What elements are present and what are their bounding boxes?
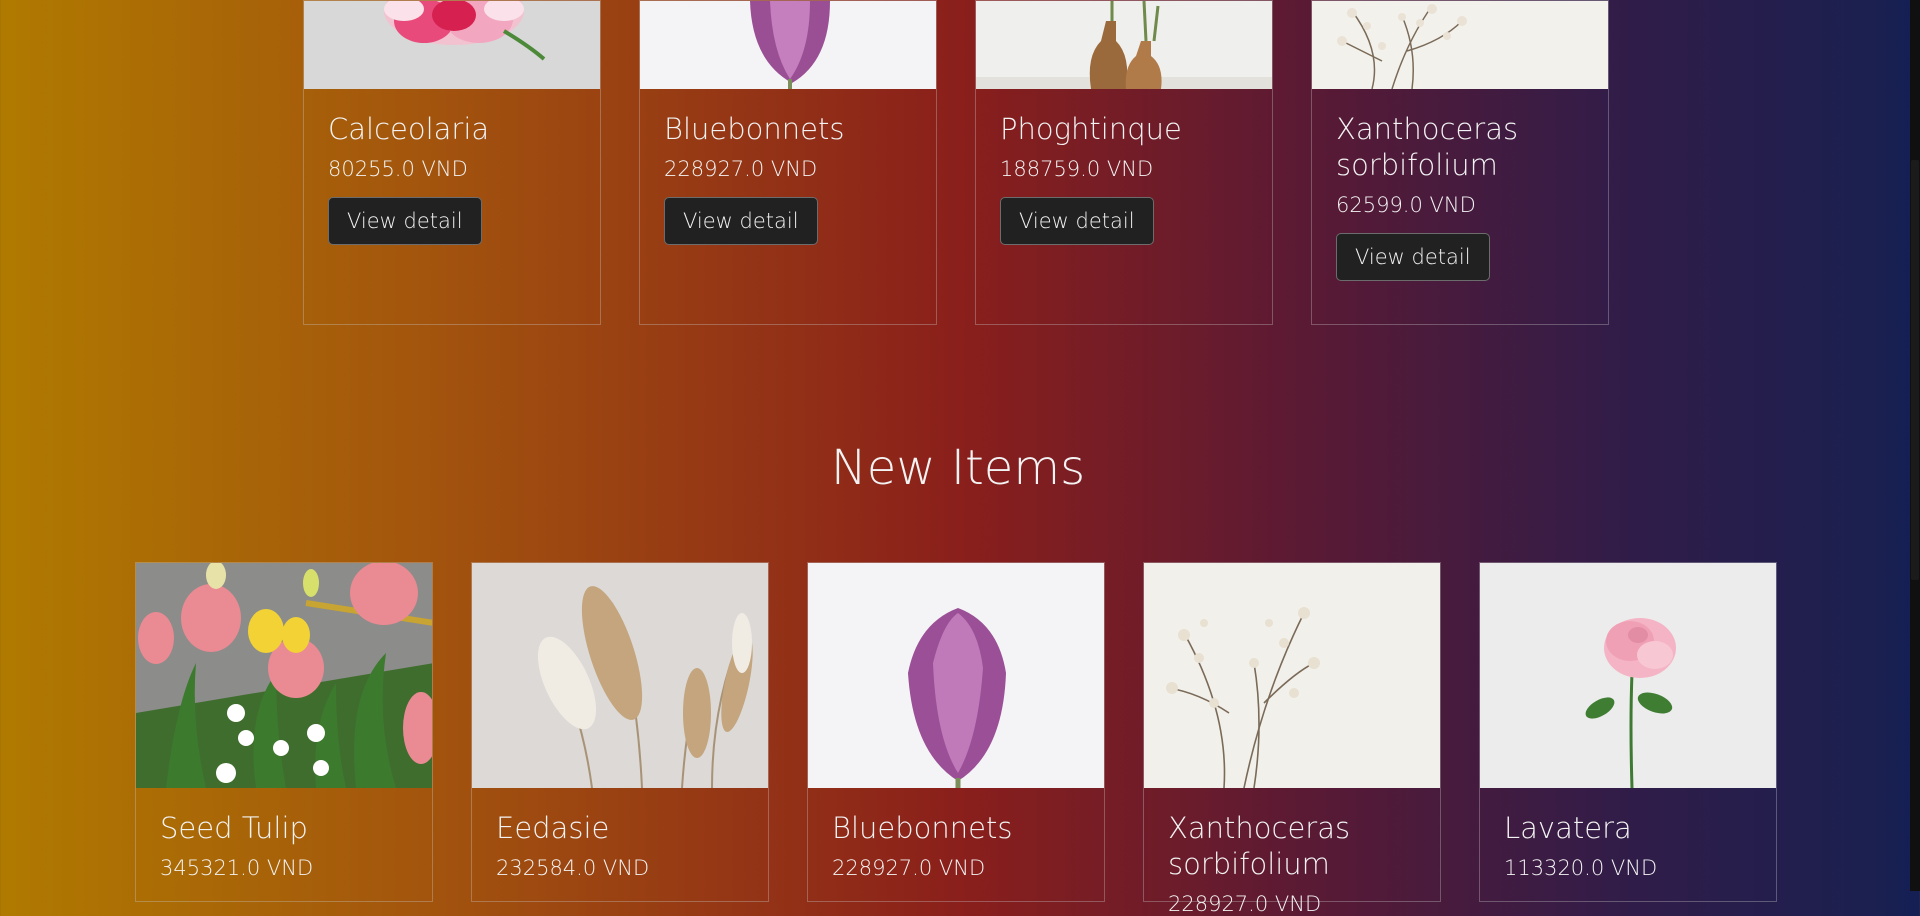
product-image-bluebonnets[interactable] [640, 1, 936, 89]
product-name: Seed Tulip [160, 811, 308, 845]
product-card[interactable]: Phoghtinque 188759.0 VND View detail [975, 0, 1273, 325]
product-name: Xanthoceras sorbifolium [1168, 811, 1351, 881]
product-image-eedasie[interactable] [472, 563, 768, 788]
product-card[interactable]: Bluebonnets 228927.0 VND [807, 562, 1105, 902]
product-card[interactable]: Eedasie 232584.0 VND [471, 562, 769, 902]
product-price: 228927.0 VND [832, 856, 986, 880]
product-name: Xanthoceras sorbifolium [1336, 112, 1519, 182]
product-price: 188759.0 VND [1000, 157, 1154, 181]
section-title-new-items: New Items [830, 440, 1086, 496]
product-image-phoghtinque[interactable] [976, 1, 1272, 89]
product-card[interactable]: Seed Tulip 345321.0 VND [135, 562, 433, 902]
product-card[interactable]: Xanthoceras sorbifolium 62599.0 VND View… [1311, 0, 1609, 325]
view-detail-button[interactable]: View detail [664, 197, 818, 245]
view-detail-button[interactable]: View detail [1000, 197, 1154, 245]
product-image-xanthoceras[interactable] [1144, 563, 1440, 788]
product-image-xanthoceras[interactable] [1312, 1, 1608, 89]
view-detail-button[interactable]: View detail [1336, 233, 1490, 281]
product-name: Bluebonnets [832, 811, 1013, 845]
scrollbar-thumb[interactable] [1911, 160, 1919, 580]
product-price: 80255.0 VND [328, 157, 468, 181]
product-name: Phoghtinque [1000, 112, 1182, 146]
product-image-lavatera[interactable] [1480, 563, 1776, 788]
product-name: Eedasie [496, 811, 610, 845]
product-card[interactable]: Bluebonnets 228927.0 VND View detail [639, 0, 937, 325]
product-price: 113320.0 VND [1504, 856, 1658, 880]
product-price: 228927.0 VND [1168, 892, 1322, 916]
product-image-seed-tulip[interactable] [136, 563, 432, 788]
product-card[interactable]: Calceolaria 80255.0 VND View detail [303, 0, 601, 325]
product-price: 62599.0 VND [1336, 193, 1476, 217]
product-image-calceolaria[interactable] [304, 1, 600, 89]
product-name: Calceolaria [328, 112, 490, 146]
product-card[interactable]: Xanthoceras sorbifolium 228927.0 VND [1143, 562, 1441, 916]
view-detail-button[interactable]: View detail [328, 197, 482, 245]
scrollbar[interactable] [1910, 0, 1920, 891]
product-image-bluebonnets[interactable] [808, 563, 1104, 788]
product-price: 345321.0 VND [160, 856, 314, 880]
product-name: Lavatera [1504, 811, 1632, 845]
product-card[interactable]: Lavatera 113320.0 VND [1479, 562, 1777, 902]
product-price: 228927.0 VND [664, 157, 818, 181]
product-price: 232584.0 VND [496, 856, 650, 880]
product-name: Bluebonnets [664, 112, 845, 146]
